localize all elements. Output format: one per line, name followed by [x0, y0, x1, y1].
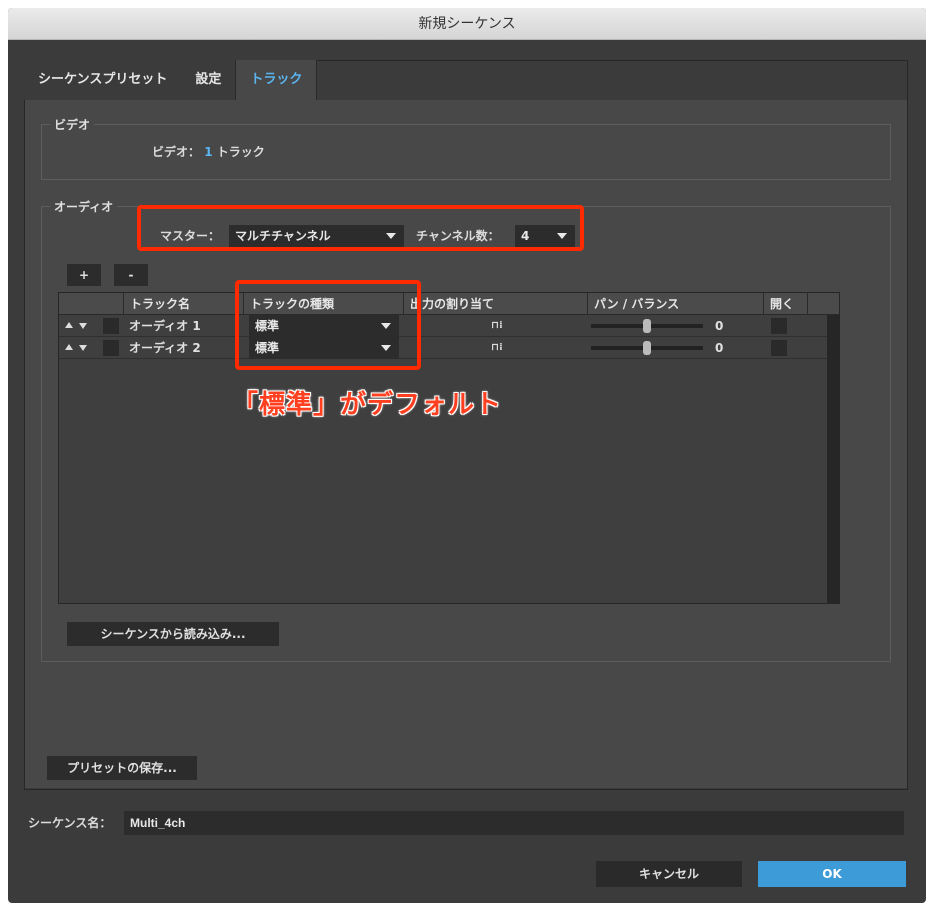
header-open: 開く — [763, 293, 807, 315]
channels-value: 4 — [521, 229, 529, 243]
sequence-name-input[interactable] — [124, 811, 904, 835]
output-assign-icon[interactable]: ⊓⁞ — [491, 315, 503, 337]
track-color-swatch — [103, 340, 119, 356]
ok-button[interactable]: OK — [758, 861, 906, 887]
chevron-down-icon — [381, 323, 391, 329]
tab-tracks[interactable]: トラック — [235, 60, 317, 100]
cancel-button[interactable]: キャンセル — [596, 861, 742, 887]
header-pan-balance: パン / バランス — [587, 293, 763, 315]
master-dropdown[interactable]: マルチチャンネル — [229, 225, 404, 247]
table-row: オーディオ 1 標準 ⊓⁞ 0 — [59, 315, 827, 337]
video-label: ビデオ： — [152, 145, 200, 159]
track-type-value: 標準 — [255, 341, 279, 355]
video-group: ビデオ ビデオ： 1 トラック — [41, 124, 891, 180]
track-name[interactable]: オーディオ 2 — [129, 337, 201, 359]
track-name[interactable]: オーディオ 1 — [129, 315, 201, 337]
table-scrollbar[interactable] — [827, 315, 839, 603]
track-type-dropdown[interactable]: 標準 — [249, 315, 399, 337]
header-track-type: トラックの種類 — [243, 293, 403, 315]
table-row: オーディオ 2 標準 ⊓⁞ 0 — [59, 337, 827, 359]
video-track-count: ビデオ： 1 トラック — [152, 143, 265, 160]
import-from-sequence-button[interactable]: シーケンスから読み込み... — [67, 622, 279, 646]
remove-track-button[interactable]: - — [114, 264, 148, 286]
table-header: トラック名 トラックの種類 出力の割り当て パン / バランス 開く — [59, 293, 839, 315]
open-checkbox[interactable] — [771, 340, 787, 356]
tab-bar: シーケンスプリセット 設定 トラック — [24, 60, 317, 100]
video-legend: ビデオ — [50, 116, 94, 133]
pan-value[interactable]: 0 — [715, 337, 723, 359]
header-track-name: トラック名 — [123, 293, 243, 315]
channels-label: チャンネル数： — [416, 225, 500, 247]
header-output-assign: 出力の割り当て — [403, 293, 587, 315]
arrow-down-icon[interactable] — [79, 323, 87, 329]
master-label: マスター： — [160, 225, 220, 247]
pan-slider-thumb[interactable] — [643, 319, 651, 333]
new-sequence-dialog: 新規シーケンス シーケンスプリセット 設定 トラック ビデオ ビデオ： 1 トラ… — [8, 8, 926, 903]
save-preset-button[interactable]: プリセットの保存... — [47, 756, 197, 780]
audio-legend: オーディオ — [50, 198, 117, 215]
arrow-down-icon[interactable] — [79, 345, 87, 351]
header-end — [807, 293, 839, 315]
annotation-text: 「標準」がデフォルト — [232, 384, 502, 421]
add-track-button[interactable]: + — [67, 264, 101, 286]
header-spacer — [59, 293, 123, 315]
open-checkbox[interactable] — [771, 318, 787, 334]
audio-track-table: トラック名 トラックの種類 出力の割り当て パン / バランス 開く オーディオ… — [58, 292, 840, 604]
chevron-down-icon — [557, 233, 567, 239]
chevron-down-icon — [381, 345, 391, 351]
pan-value[interactable]: 0 — [715, 315, 723, 337]
pan-slider-thumb[interactable] — [643, 341, 651, 355]
video-count: 1 — [204, 145, 212, 159]
track-type-dropdown[interactable]: 標準 — [249, 337, 399, 359]
output-assign-icon[interactable]: ⊓⁞ — [491, 337, 503, 359]
arrow-up-icon[interactable] — [65, 344, 73, 350]
sequence-name-label: シーケンス名： — [28, 811, 111, 835]
master-value: マルチチャンネル — [235, 229, 331, 243]
channels-dropdown[interactable]: 4 — [515, 225, 575, 247]
track-type-value: 標準 — [255, 319, 279, 333]
arrow-up-icon[interactable] — [65, 322, 73, 328]
track-color-swatch — [103, 318, 119, 334]
chevron-down-icon — [386, 233, 396, 239]
tab-sequence-presets[interactable]: シーケンスプリセット — [24, 60, 181, 100]
tab-settings[interactable]: 設定 — [181, 60, 235, 100]
video-unit: トラック — [217, 145, 265, 159]
window-title: 新規シーケンス — [8, 8, 926, 40]
